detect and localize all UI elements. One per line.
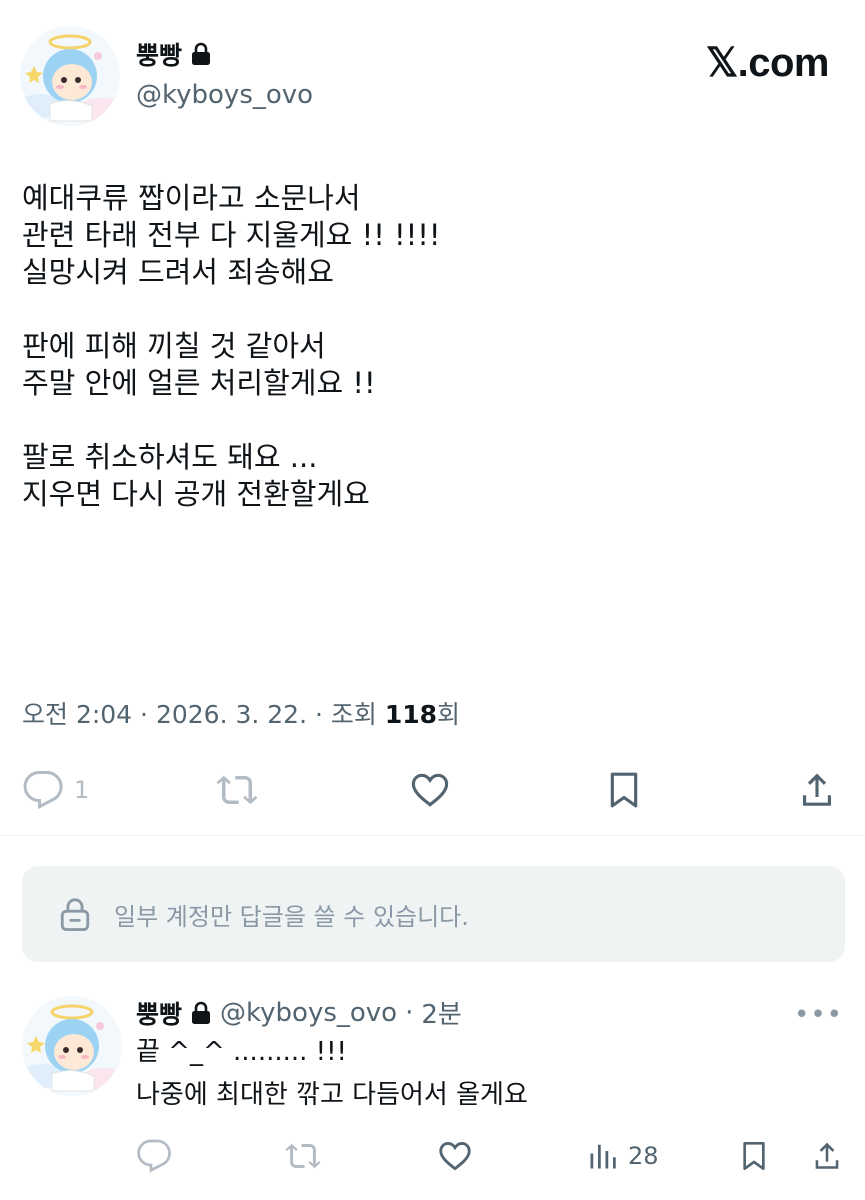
analytics-icon <box>590 1144 616 1169</box>
heart-icon <box>439 1141 471 1171</box>
bookmark-button[interactable] <box>604 765 644 815</box>
tweet-date[interactable]: 2026. 3. 22. <box>156 700 307 729</box>
retweet-icon <box>216 775 258 805</box>
avatar[interactable] <box>20 26 120 126</box>
bookmark-icon <box>743 1142 765 1170</box>
more-options-icon[interactable]: ••• <box>794 1000 843 1030</box>
reply-avatar[interactable] <box>22 996 122 1096</box>
tweet-line: 판에 피해 끼칠 것 같아서 <box>22 329 326 363</box>
reply-text-line: 나중에 최대한 깎고 다듬어서 올게요 <box>136 1080 528 1110</box>
reply-icon <box>137 1139 171 1173</box>
retweet-button[interactable] <box>214 765 260 815</box>
reply-reply-button[interactable] <box>136 1133 172 1179</box>
tweet-line: 실망시켜 드려서 죄송해요 <box>22 255 334 289</box>
reply-restriction-text: 일부 계정만 답글을 쓸 수 있습니다. <box>114 902 469 931</box>
tweet-text: 예대쿠류 짭이라고 소문나서 관련 타래 전부 다 지울게요 !! !!!! 실… <box>22 180 842 513</box>
lock-outline-icon <box>60 898 90 931</box>
tweet-action-bar: 1 <box>0 765 865 815</box>
reply-count: 1 <box>74 776 90 804</box>
lock-icon <box>190 1001 212 1025</box>
user-handle[interactable]: @kyboys_ovo <box>136 80 313 110</box>
tweet-line: 지우면 다시 공개 전환할게요 <box>22 477 370 511</box>
reply-bookmark-button[interactable] <box>738 1133 770 1179</box>
reply-views-count: 28 <box>628 1142 659 1170</box>
views-count: 118 <box>384 700 438 729</box>
reply-retweet-button[interactable] <box>284 1133 322 1179</box>
reply-like-button[interactable] <box>436 1133 474 1179</box>
heart-icon <box>411 773 449 807</box>
display-name-text: 뿡빵 <box>136 41 183 70</box>
reply-views-button[interactable]: 28 <box>588 1133 659 1179</box>
tweet-line: 팔로 취소하셔도 돼요 ... <box>22 440 318 474</box>
bookmark-icon <box>610 772 638 808</box>
tweet-line: 예대쿠류 짭이라고 소문나서 <box>22 181 361 215</box>
tweet-line <box>22 291 842 328</box>
lock-icon <box>190 42 212 66</box>
reply-action-bar: 28 <box>0 1133 865 1179</box>
tweet-time[interactable]: 오전 2:04 <box>22 700 132 729</box>
reply-header: 뿡빵 @kyboys_ovo · 2분 <box>136 994 462 1031</box>
tweet-meta: 오전 2:04 · 2026. 3. 22. · 조회 118회 <box>22 695 460 731</box>
reply-handle[interactable]: @kyboys_ovo <box>220 998 397 1028</box>
views-suffix: 회 <box>437 700 461 729</box>
display-name[interactable]: 뿡빵 <box>136 36 212 72</box>
reply-button[interactable]: 1 <box>22 765 89 815</box>
reply-icon <box>23 771 63 810</box>
tweet-line: 주말 안에 얼른 처리할게요 !! <box>22 366 376 400</box>
reply-display-name[interactable]: 뿡빵 <box>136 995 182 1031</box>
like-button[interactable] <box>407 765 453 815</box>
share-button[interactable] <box>796 765 838 815</box>
share-icon <box>815 1142 839 1169</box>
reply-time[interactable]: 2분 <box>421 994 461 1031</box>
reply-text-line: 끝 ^_^ ......... !!! <box>136 1037 347 1067</box>
share-icon <box>803 773 831 806</box>
tweet-line <box>22 402 842 439</box>
separator-dot: · <box>314 700 331 729</box>
separator-dot: · <box>405 997 414 1028</box>
tweet-line: 관련 타래 전부 다 지울게요 !! !!!! <box>22 218 441 252</box>
brand-logo: 𝕏.com <box>705 41 830 85</box>
views-prefix: 조회 <box>330 700 377 729</box>
retweet-icon <box>285 1143 321 1169</box>
reply-share-button[interactable] <box>810 1133 844 1179</box>
separator-dot: · <box>140 700 156 729</box>
reply-restriction-notice: 일부 계정만 답글을 쓸 수 있습니다. <box>22 866 845 962</box>
divider <box>0 835 865 836</box>
